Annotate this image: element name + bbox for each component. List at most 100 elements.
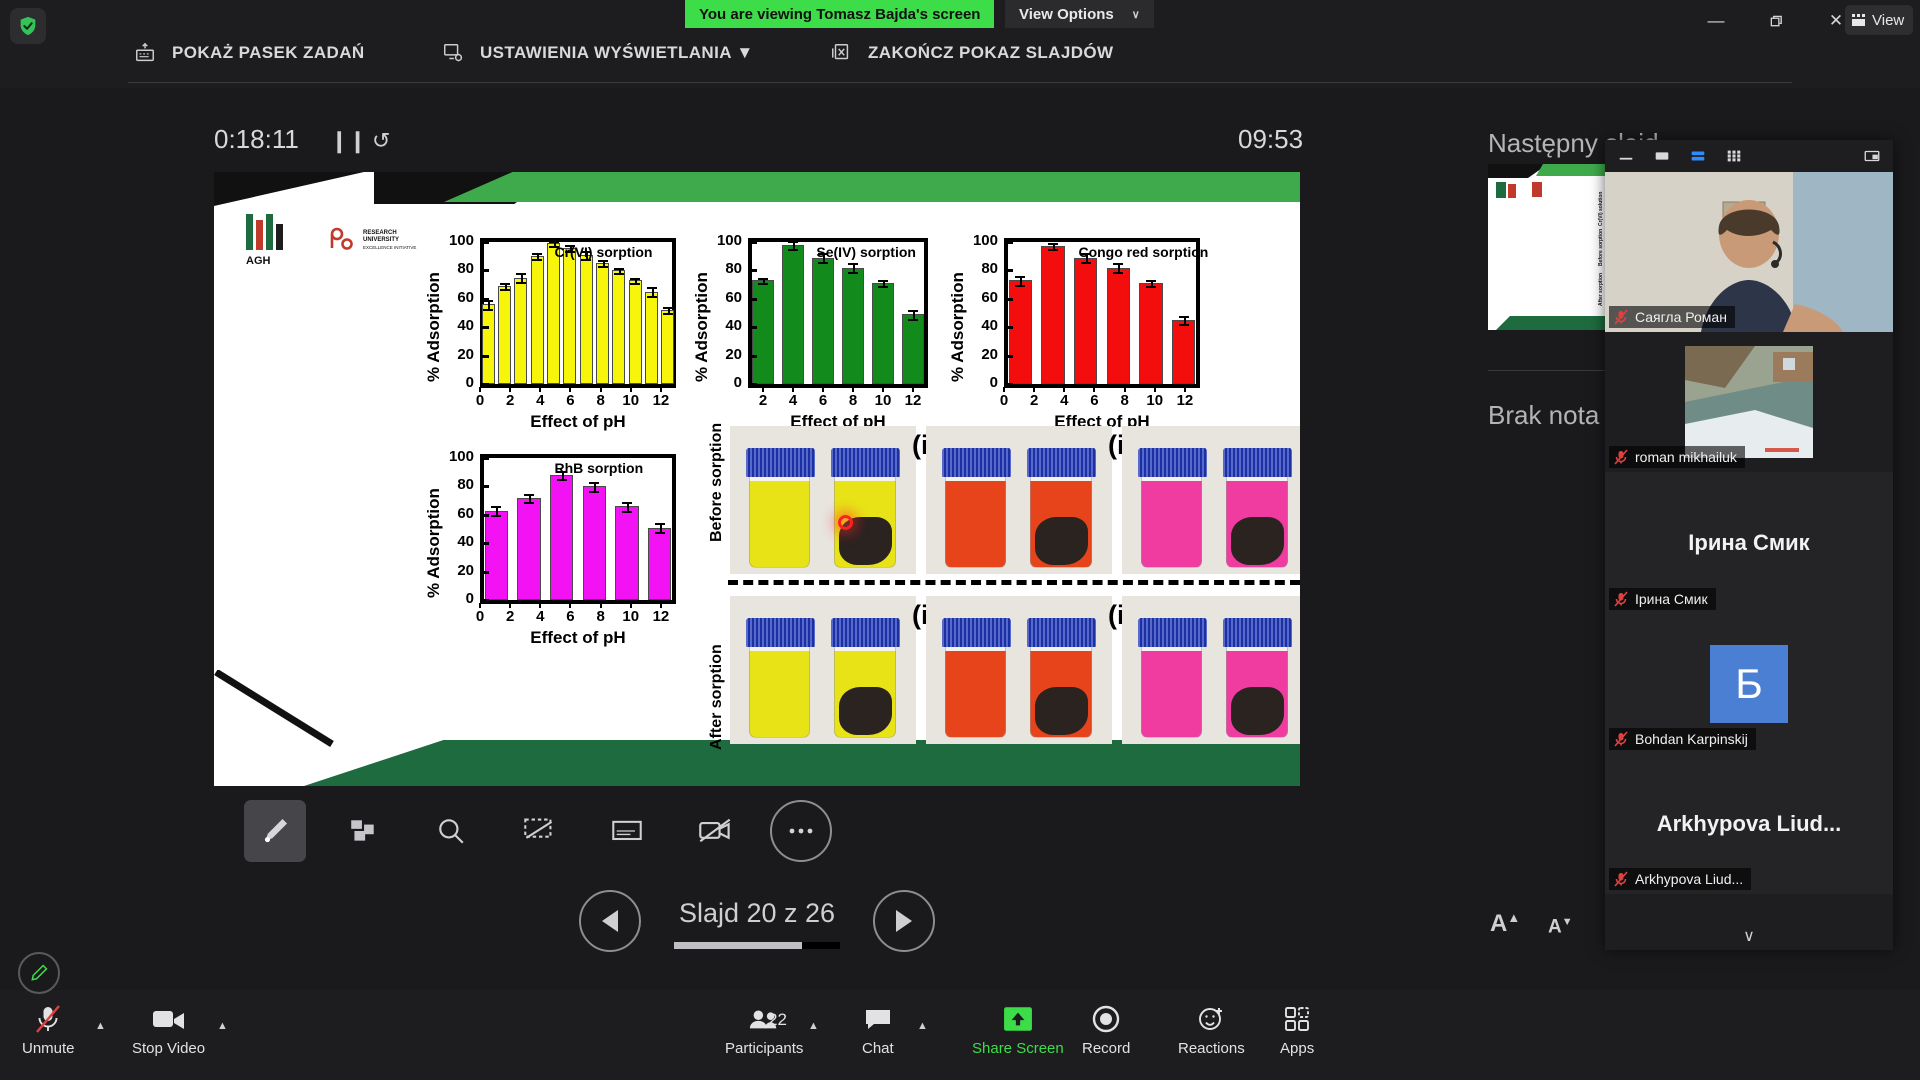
- participant-display-name: Ірина Смик: [1688, 530, 1810, 555]
- audio-options-caret[interactable]: ▲: [95, 1020, 106, 1032]
- sample-bottle: [1027, 447, 1097, 569]
- decrease-font-button[interactable]: A▼: [1548, 916, 1573, 938]
- video-strip-scroll-down-button[interactable]: ∨: [1743, 926, 1755, 946]
- mic-off-icon: [1613, 309, 1629, 325]
- stop-video-button[interactable]: Stop Video: [132, 1002, 205, 1057]
- increase-font-button[interactable]: A▲: [1490, 910, 1520, 938]
- single-view-icon[interactable]: [1649, 145, 1675, 167]
- y-tick-mark: [482, 326, 489, 330]
- bar: [902, 314, 924, 384]
- participant-tile[interactable]: Б Bohdan Karpinskij: [1605, 614, 1893, 754]
- annotate-toggle-button[interactable]: [18, 952, 60, 994]
- participant-tile[interactable]: roman mikhailuk: [1605, 332, 1893, 472]
- bar: [647, 527, 672, 600]
- x-tick-mark: [479, 603, 481, 608]
- end-slideshow-button[interactable]: ZAKOŃCZ POKAZ SLAJDÓW: [828, 40, 1113, 66]
- display-settings-label: USTAWIENIA WYŚWIETLANIA ▼: [480, 43, 754, 62]
- sample-bottle: [1027, 617, 1097, 739]
- error-cap: [758, 277, 768, 280]
- error-cap: [613, 273, 624, 276]
- x-tick-label: 8: [596, 392, 605, 409]
- participant-display-name: Arkhypova Liud...: [1656, 811, 1842, 836]
- next-slide-button[interactable]: [873, 890, 935, 952]
- y-tick-mark: [750, 269, 757, 273]
- x-axis-label: Effect of pH: [530, 628, 626, 647]
- participant-name-badge: Саягла Роман: [1609, 306, 1735, 328]
- participant-name-badge: Arkhypova Liud...: [1609, 868, 1752, 890]
- sample-photo: [926, 596, 1112, 744]
- y-tick-mark: [482, 269, 489, 273]
- y-tick-mark: [1006, 297, 1013, 301]
- grid-view-icon[interactable]: [1721, 145, 1747, 167]
- timer-reset-button[interactable]: ↺: [372, 128, 390, 154]
- bottle-cap: [941, 447, 1011, 478]
- participants-button[interactable]: Participants: [725, 1002, 803, 1057]
- display-settings-button[interactable]: USTAWIENIA WYŚWIETLANIA ▼: [440, 40, 754, 66]
- more-tool-button[interactable]: [770, 800, 832, 862]
- error-cap: [1048, 243, 1058, 246]
- grid-icon: [1852, 14, 1866, 26]
- screen-share-tool-button[interactable]: [508, 800, 570, 862]
- participants-caret[interactable]: ▲: [808, 1020, 819, 1032]
- video-options-caret[interactable]: ▲: [217, 1020, 228, 1032]
- participant-tile[interactable]: Ірина Смик Ірина Смик: [1605, 472, 1893, 614]
- y-tick-label: 80: [457, 260, 474, 278]
- unmute-button[interactable]: Unmute: [22, 1002, 75, 1057]
- participant-tiles: Саягла Роман roman mikhailuk Ірина Смик І…: [1605, 172, 1893, 912]
- y-tick-label: 40: [457, 317, 474, 335]
- record-button[interactable]: Record: [1082, 1002, 1130, 1057]
- bar: [782, 244, 804, 384]
- x-tick-label: 8: [596, 608, 605, 625]
- x-tick-mark: [852, 387, 854, 392]
- x-tick-mark: [599, 387, 602, 392]
- minimize-icon[interactable]: [1613, 145, 1639, 167]
- error-cap: [654, 523, 665, 526]
- participant-tile[interactable]: Arkhypova Liud... Arkhypova Liud...: [1605, 754, 1893, 894]
- shared-slide[interactable]: AGH RESEARCH UNIVERSITY EXCELLENCE INITIAT…: [214, 172, 1300, 786]
- y-tick-label: 80: [981, 260, 998, 278]
- view-options-button[interactable]: View Options ∨: [1005, 0, 1154, 28]
- video-strip-controls: [1605, 140, 1893, 172]
- split-view-icon[interactable]: [1685, 145, 1711, 167]
- whiteboard-tool-button[interactable]: [596, 800, 658, 862]
- bar: [612, 270, 626, 384]
- pen-tool-button[interactable]: [244, 800, 306, 862]
- y-tick-mark: [482, 542, 489, 546]
- share-screen-button[interactable]: Share Screen: [972, 1002, 1064, 1057]
- spotlight-tool-button[interactable]: [420, 800, 482, 862]
- error-cap: [878, 286, 888, 289]
- sample-bottle: [1137, 617, 1207, 739]
- chart-congo-red: 0 20 40 60 80 100 0 2 4 6 8 10 12 Effect of pH% Adsor…: [948, 220, 1208, 431]
- agh-logo: AGH: [246, 214, 283, 267]
- chat-button[interactable]: Chat: [862, 1002, 894, 1057]
- slide-progress-track[interactable]: [674, 942, 840, 949]
- x-tick-label: 2: [505, 608, 515, 625]
- slide-band-green-top: [444, 172, 1300, 202]
- stop-video-label: Stop Video: [132, 1040, 206, 1057]
- x-tick-label: 6: [566, 392, 575, 409]
- y-tick-mark: [482, 457, 489, 460]
- apps-button[interactable]: Apps: [1280, 1002, 1314, 1057]
- video-thumbnail-strip[interactable]: ∧ Саягла Роман roma: [1605, 140, 1893, 950]
- sorbent-material: [1034, 687, 1088, 735]
- video-off-tool-button[interactable]: [684, 800, 746, 862]
- view-options-label: View Options: [1019, 5, 1114, 23]
- x-tick-label: 6: [818, 392, 828, 409]
- chat-caret[interactable]: ▲: [917, 1020, 928, 1032]
- error-cap: [515, 273, 526, 276]
- participant-name-badge: roman mikhailuk: [1609, 446, 1745, 468]
- show-taskbar-button[interactable]: POKAŻ PASEK ZADAŃ: [132, 40, 365, 66]
- shapes-tool-button[interactable]: [332, 800, 394, 862]
- bottle-cap: [745, 617, 815, 648]
- error-cap: [818, 261, 828, 264]
- y-tick-label: 100: [716, 232, 742, 249]
- bottle-cap: [831, 617, 901, 648]
- timer-pause-button[interactable]: ❙❙: [330, 128, 367, 154]
- x-tick-label: 10: [622, 392, 640, 409]
- popout-icon[interactable]: [1859, 145, 1885, 167]
- error-cap: [491, 506, 502, 509]
- participant-tile[interactable]: Саягла Роман: [1605, 172, 1893, 332]
- bar: [615, 506, 639, 600]
- reactions-button[interactable]: Reactions: [1178, 1002, 1245, 1057]
- error-cap: [589, 490, 600, 493]
